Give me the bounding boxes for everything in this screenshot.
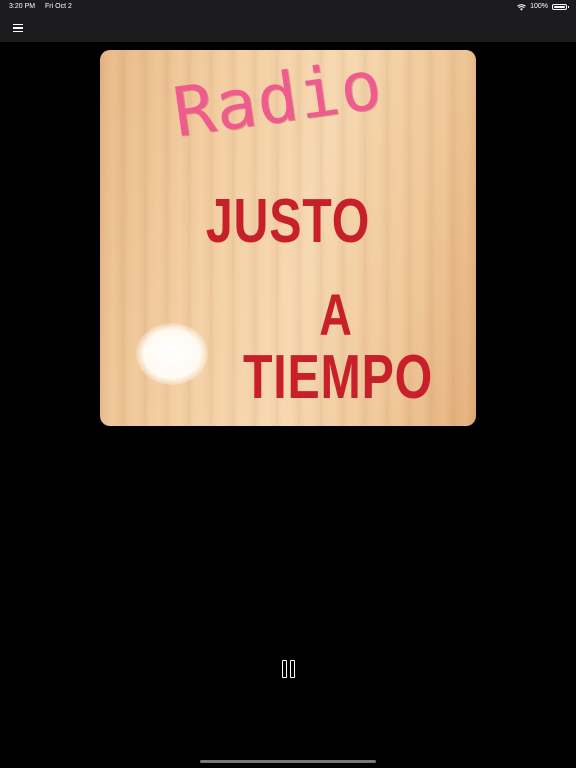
artwork-line-tiempo: TIEMPO	[242, 343, 434, 412]
artwork-line-justo: JUSTO	[205, 187, 371, 256]
light-reflection	[136, 323, 208, 385]
artwork-line-a: A	[319, 283, 353, 348]
pause-icon[interactable]	[279, 660, 297, 680]
wifi-icon	[517, 3, 526, 10]
battery-icon	[552, 4, 569, 10]
home-indicator	[200, 760, 376, 763]
hamburger-menu-icon[interactable]	[10, 20, 26, 36]
status-bar: 3:20 PM Fri Oct 2 100%	[0, 0, 576, 14]
status-left: 3:20 PM Fri Oct 2	[9, 0, 80, 14]
nav-bar	[0, 14, 576, 42]
artwork-radio-text: Radio	[168, 50, 388, 154]
status-time: 3:20 PM	[9, 3, 36, 10]
battery-fill	[554, 6, 565, 8]
battery-percent: 100%	[530, 3, 548, 10]
status-date: Fri Oct 2	[45, 3, 72, 10]
status-right: 100%	[517, 0, 569, 14]
station-artwork: Radio JUSTO A TIEMPO	[100, 50, 476, 426]
